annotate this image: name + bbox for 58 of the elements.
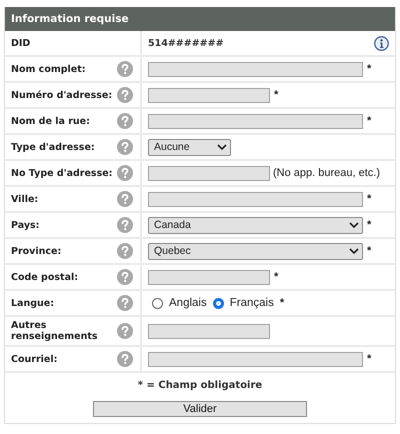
required-mark: * [274, 271, 278, 283]
radio-button[interactable] [212, 298, 224, 308]
field-label: DID [11, 38, 32, 48]
text-field[interactable] [148, 352, 363, 366]
caret-icon [349, 222, 359, 228]
dropdown[interactable]: Quebec [148, 242, 363, 260]
submit-button[interactable]: Valider [93, 401, 307, 417]
panel-title: Information requise [5, 7, 395, 31]
field-label: Ville: [11, 194, 40, 204]
caret-icon [217, 144, 227, 150]
required-mark: * [367, 353, 372, 365]
required-mark: * [280, 297, 284, 309]
field-hint: (No app. bureau, etc.) [273, 167, 380, 179]
help-icon[interactable] [117, 113, 133, 129]
radio-button[interactable] [152, 298, 163, 308]
info-icon[interactable] [374, 36, 389, 50]
help-icon[interactable] [117, 323, 133, 339]
text-field[interactable] [148, 192, 363, 206]
radio-label[interactable]: Anglais [169, 297, 207, 309]
help-icon[interactable] [117, 351, 133, 367]
text-field[interactable] [148, 114, 363, 128]
field-label: Type d'adresse: [11, 142, 96, 152]
dropdown[interactable]: Canada [148, 216, 363, 234]
help-icon[interactable] [117, 191, 133, 207]
field-label: Province: [11, 246, 62, 256]
field-label: Langue: [11, 298, 56, 308]
text-field[interactable] [148, 62, 363, 76]
help-icon[interactable] [117, 243, 133, 259]
text-field[interactable] [148, 324, 270, 338]
required-mark: * [367, 245, 372, 257]
help-icon[interactable] [117, 139, 133, 155]
field-label: Courriel: [11, 354, 58, 364]
help-icon[interactable] [117, 61, 133, 77]
field-label: No Type d'adresse: [11, 168, 114, 178]
dropdown[interactable]: Aucune [148, 138, 231, 156]
help-icon[interactable] [117, 295, 133, 311]
help-icon[interactable] [117, 269, 133, 285]
radio-label[interactable]: Français [230, 297, 274, 309]
required-mark: * [367, 193, 372, 205]
field-label: Pays: [11, 220, 40, 230]
did-value: 514####### [148, 38, 225, 48]
text-field[interactable] [148, 270, 270, 284]
required-mark: * [367, 63, 372, 75]
help-icon[interactable] [117, 165, 133, 181]
text-field[interactable] [148, 88, 270, 102]
required-legend: * = Champ obligatoire [138, 380, 262, 391]
field-label: Nom de la rue: [11, 116, 91, 126]
field-label: Code postal: [11, 272, 80, 282]
help-icon[interactable] [117, 87, 133, 103]
field-label: Autres renseignements [11, 320, 99, 342]
field-label: Nom complet: [11, 64, 87, 74]
required-mark: * [274, 89, 278, 101]
text-field[interactable] [148, 166, 270, 180]
required-mark: * [367, 219, 372, 231]
required-mark: * [367, 115, 372, 127]
caret-icon [349, 248, 359, 254]
field-label: Numéro d'adresse: [11, 90, 114, 100]
help-icon[interactable] [117, 217, 133, 233]
